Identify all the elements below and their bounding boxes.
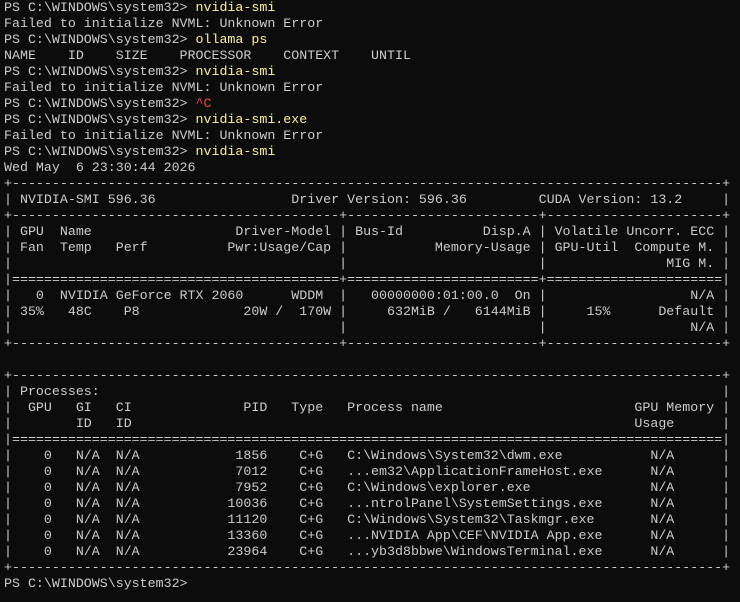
command-text: nvidia-smi bbox=[195, 144, 276, 159]
smi-table-line: | | | MIG M. | bbox=[4, 256, 731, 271]
interrupt-text: ^C bbox=[195, 96, 212, 111]
output-text: Failed to initialize NVML: Unknown Error bbox=[4, 128, 324, 143]
terminal-line: PS C:\WINDOWS\system32> ^C bbox=[4, 96, 740, 112]
command-text: nvidia-smi bbox=[195, 0, 276, 15]
output-text: Failed to initialize NVML: Unknown Error bbox=[4, 80, 324, 95]
terminal-line: PS C:\WINDOWS\system32> nvidia-smi bbox=[4, 64, 740, 80]
command-text: nvidia-smi.exe bbox=[195, 112, 308, 127]
terminal-line: PS C:\WINDOWS\system32> nvidia-smi bbox=[4, 0, 740, 16]
smi-table-line: | GPU Name Driver-Model | Bus-Id Disp.A … bbox=[4, 224, 731, 239]
smi-table-line: | Fan Temp Perf Pwr:Usage/Cap | Memory-U… bbox=[4, 240, 731, 255]
smi-table-line: | 0 NVIDIA GeForce RTX 2060 WDDM | 00000… bbox=[4, 288, 731, 303]
prompt: PS C:\WINDOWS\system32> bbox=[4, 144, 196, 159]
smi-table-line: | 0 N/A N/A 1856 C+G C:\Windows\System32… bbox=[4, 448, 731, 463]
terminal-line: NAME ID SIZE PROCESSOR CONTEXT UNTIL bbox=[4, 48, 740, 64]
smi-table-line: | | | N/A | bbox=[4, 320, 731, 335]
smi-table-line: | 0 N/A N/A 7952 C+G C:\Windows\explorer… bbox=[4, 480, 731, 495]
smi-table-line: | GPU GI CI PID Type Process name GPU Me… bbox=[4, 400, 731, 415]
smi-table-line: | 0 N/A N/A 23964 C+G ...yb3d8bbwe\Windo… bbox=[4, 544, 731, 559]
command-text: nvidia-smi bbox=[195, 64, 276, 79]
prompt: PS C:\WINDOWS\system32> bbox=[4, 64, 196, 79]
smi-table-line: | 0 N/A N/A 13360 C+G ...NVIDIA App\CEF\… bbox=[4, 528, 731, 543]
smi-table-line: +---------------------------------------… bbox=[4, 208, 731, 223]
smi-table-line: |=======================================… bbox=[4, 272, 731, 287]
smi-table-line: +---------------------------------------… bbox=[4, 368, 731, 383]
prompt: PS C:\WINDOWS\system32> bbox=[4, 112, 196, 127]
smi-table-line: | 0 N/A N/A 7012 C+G ...em32\Application… bbox=[4, 464, 731, 479]
terminal-line: PS C:\WINDOWS\system32> nvidia-smi.exe bbox=[4, 112, 740, 128]
output-text: Failed to initialize NVML: Unknown Error bbox=[4, 16, 324, 31]
terminal-line: Failed to initialize NVML: Unknown Error bbox=[4, 16, 740, 32]
prompt: PS C:\WINDOWS\system32> bbox=[4, 32, 196, 47]
smi-table-line: +---------------------------------------… bbox=[4, 176, 731, 191]
prompt: PS C:\WINDOWS\system32> bbox=[4, 0, 196, 15]
prompt: PS C:\WINDOWS\system32> bbox=[4, 576, 196, 591]
smi-table-line: | 0 N/A N/A 10036 C+G ...ntrolPanel\Syst… bbox=[4, 496, 731, 511]
smi-table-line: +---------------------------------------… bbox=[4, 560, 731, 575]
smi-table-line: +---------------------------------------… bbox=[4, 336, 731, 351]
smi-table-line: | NVIDIA-SMI 596.36 Driver Version: 596.… bbox=[4, 192, 731, 207]
smi-table-line bbox=[4, 352, 740, 368]
smi-table-line: |=======================================… bbox=[4, 432, 731, 447]
smi-table-line: | ID ID Usage | bbox=[4, 416, 731, 431]
terminal-line: Failed to initialize NVML: Unknown Error bbox=[4, 128, 740, 144]
prompt: PS C:\WINDOWS\system32> bbox=[4, 96, 196, 111]
output-text: NAME ID SIZE PROCESSOR CONTEXT UNTIL bbox=[4, 48, 411, 63]
terminal-line: PS C:\WINDOWS\system32> nvidia-smi bbox=[4, 144, 740, 160]
smi-timestamp: Wed May 6 23:30:44 2026 bbox=[4, 160, 196, 175]
terminal-line: PS C:\WINDOWS\system32> bbox=[4, 576, 740, 592]
smi-table-line: | 0 N/A N/A 11120 C+G C:\Windows\System3… bbox=[4, 512, 731, 527]
smi-table-line: | 35% 48C P8 20W / 170W | 632MiB / 6144M… bbox=[4, 304, 731, 319]
terminal-line: Failed to initialize NVML: Unknown Error bbox=[4, 80, 740, 96]
command-text: ollama ps bbox=[195, 32, 268, 47]
terminal-line: PS C:\WINDOWS\system32> ollama ps bbox=[4, 32, 740, 48]
terminal-window[interactable]: PS C:\WINDOWS\system32> nvidia-smi Failed… bbox=[0, 0, 740, 602]
smi-table-line: | Processes: | bbox=[4, 384, 731, 399]
